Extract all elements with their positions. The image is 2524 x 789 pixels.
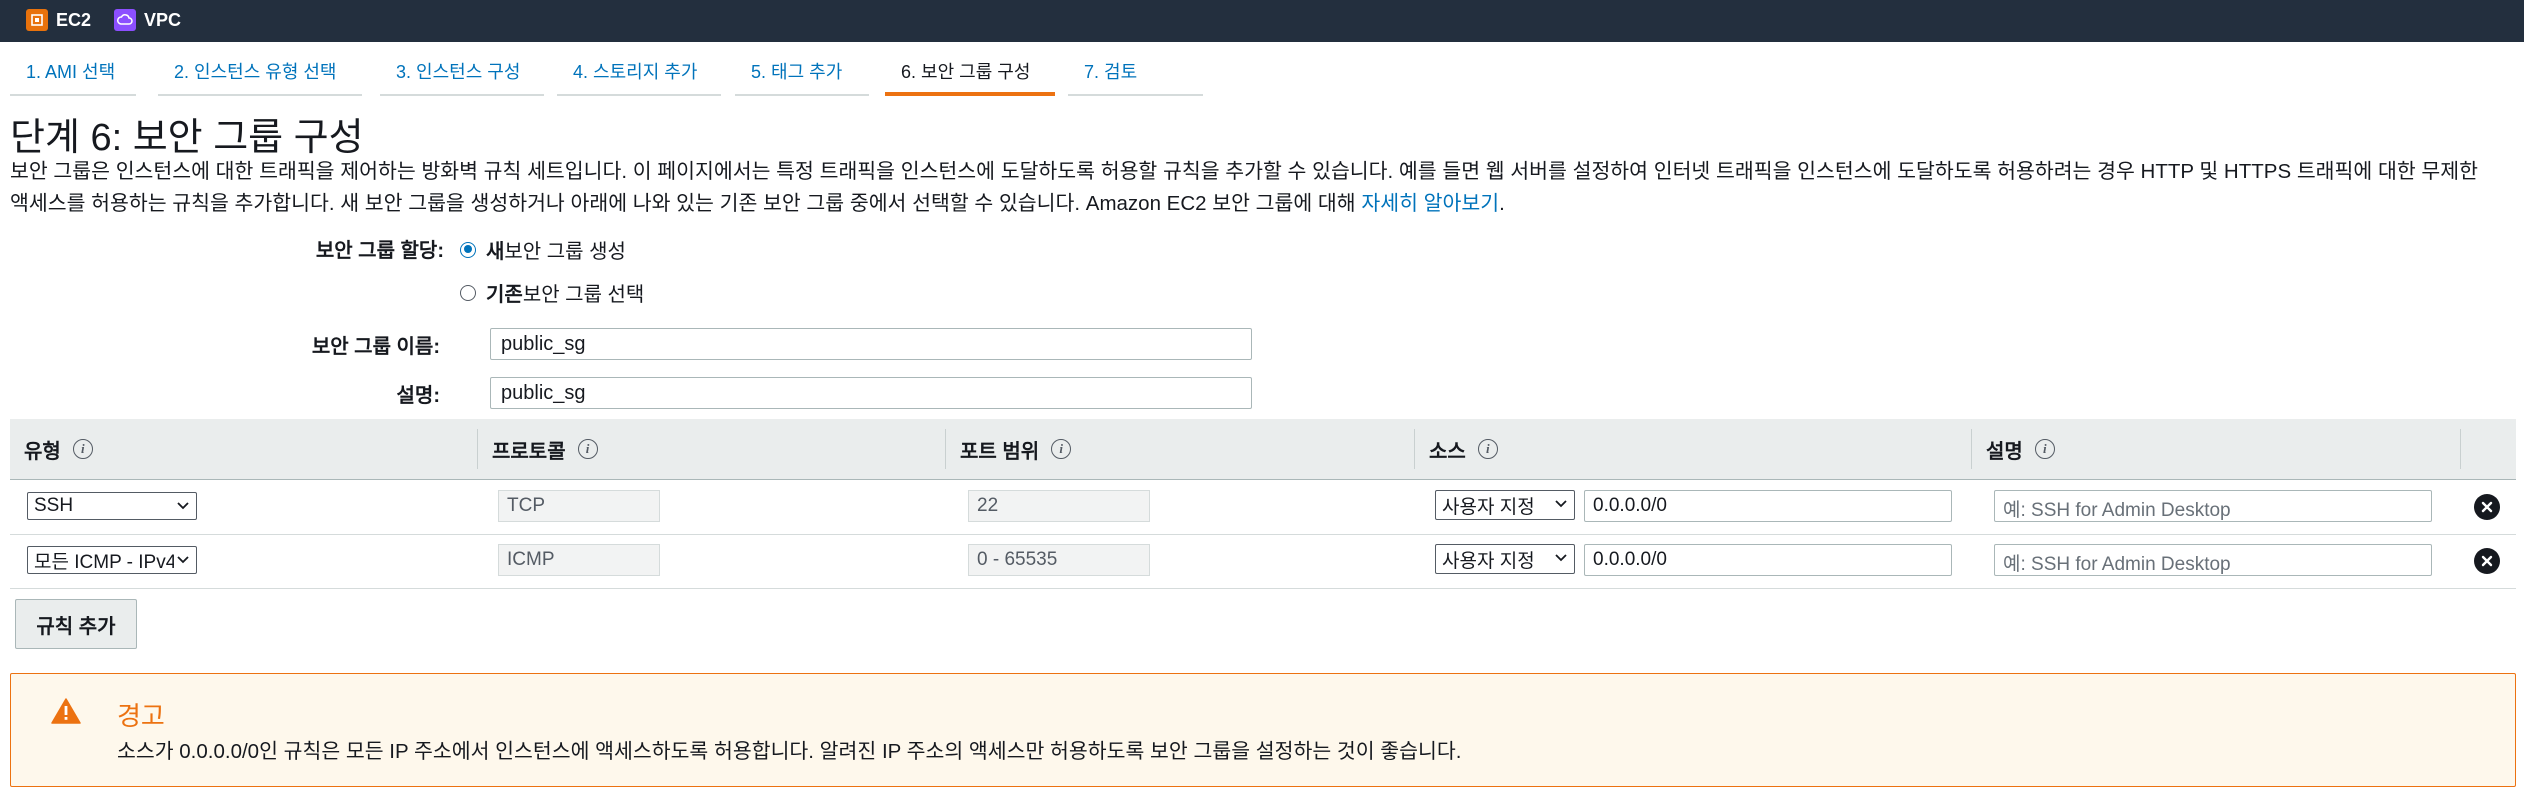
tab-label: 7. 검토 (1084, 62, 1138, 82)
sg-description-input[interactable]: public_sg (490, 377, 1252, 409)
option-existing-text: 보안 그룹 선택 (522, 284, 645, 306)
rule-description-input[interactable]: 예: SSH for Admin Desktop (1994, 544, 2432, 576)
sg-description-label: 설명: (396, 385, 440, 407)
tab-instance-config[interactable]: 3. 인스턴스 구성 (380, 58, 544, 96)
tab-label: 1. AMI 선택 (26, 62, 116, 82)
tab-label: 3. 인스턴스 구성 (396, 62, 521, 82)
close-icon (2481, 501, 2493, 513)
col-type: 유형 i (10, 419, 478, 479)
col-label: 설명 (1986, 440, 2023, 463)
warning-icon (51, 698, 81, 729)
col-source: 소스 i (1415, 419, 1971, 479)
tab-security-group[interactable]: 6. 보안 그룹 구성 (885, 58, 1055, 96)
service-link-vpc[interactable]: VPC (114, 8, 181, 32)
info-icon[interactable]: i (1051, 439, 1072, 459)
col-label: 유형 (24, 440, 61, 463)
type-select[interactable]: 모든 ICMP - IPv4 (27, 546, 197, 574)
col-port-range: 포트 범위 i (946, 419, 1414, 479)
source-type-select[interactable]: 사용자 지정 (1435, 490, 1575, 520)
col-label: 포트 범위 (960, 440, 1040, 463)
warning-title: 경고 (117, 701, 165, 731)
table-row: 모든 ICMP - IPv4 ICMP 0 - 65535 사용자 지정 0.0… (10, 534, 2516, 589)
port-range-field: 0 - 65535 (968, 544, 1150, 576)
sg-name-label: 보안 그룹 이름: (311, 336, 440, 358)
ec2-icon (26, 9, 48, 31)
intro-end: . (1499, 192, 1505, 215)
close-icon (2481, 555, 2493, 567)
col-description: 설명 i (1972, 419, 2462, 479)
chevron-down-icon (1552, 493, 1570, 515)
service-label: EC2 (56, 9, 92, 30)
chevron-down-icon (174, 495, 192, 517)
learn-more-link[interactable]: 자세히 알아보기 (1361, 192, 1499, 215)
warning-alert: 경고 소스가 0.0.0.0/0인 규칙은 모든 IP 주소에서 인스턴스에 액… (10, 673, 2516, 787)
port-range-field: 22 (968, 490, 1150, 522)
source-cidr-input[interactable]: 0.0.0.0/0 (1584, 490, 1952, 522)
radio-button-selected[interactable] (460, 241, 476, 258)
option-new-bold: 새 (486, 241, 505, 263)
tab-instance-type[interactable]: 2. 인스턴스 유형 선택 (158, 58, 362, 96)
service-link-ec2[interactable]: EC2 (26, 8, 91, 32)
warning-text: 소스가 0.0.0.0/0인 규칙은 모든 IP 주소에서 인스턴스에 액세스하… (117, 740, 1462, 763)
select-value: 사용자 지정 (1442, 496, 1535, 518)
chevron-down-icon (1552, 547, 1570, 569)
column-divider (2460, 429, 2461, 469)
remove-rule-button[interactable] (2474, 548, 2500, 574)
select-value: SSH (34, 495, 74, 516)
radio-button[interactable] (460, 284, 476, 301)
chevron-down-icon (174, 549, 192, 571)
source-type-select[interactable]: 사용자 지정 (1435, 544, 1575, 574)
service-label: VPC (144, 9, 182, 30)
page-title: 단계 6: 보안 그룹 구성 (10, 117, 364, 159)
tab-label: 6. 보안 그룹 구성 (901, 62, 1031, 82)
page-intro: 보안 그룹은 인스턴스에 대한 트래픽을 제어하는 방화벽 규칙 세트입니다. … (10, 156, 2490, 220)
type-select[interactable]: SSH (27, 492, 197, 520)
info-icon[interactable]: i (72, 439, 93, 459)
info-icon[interactable]: i (2034, 439, 2055, 459)
tab-label: 4. 스토리지 추가 (573, 62, 698, 82)
col-protocol: 프로토콜 i (478, 419, 946, 479)
remove-rule-button[interactable] (2474, 494, 2500, 520)
add-rule-button[interactable]: 규칙 추가 (15, 599, 137, 649)
top-nav-bar: EC2 VPC (0, 0, 2524, 42)
select-value: 모든 ICMP - IPv4 (34, 551, 177, 573)
rule-description-input[interactable]: 예: SSH for Admin Desktop (1994, 490, 2432, 522)
tab-ami[interactable]: 1. AMI 선택 (10, 58, 136, 96)
tab-tags[interactable]: 5. 태그 추가 (735, 58, 869, 96)
option-new-text: 보안 그룹 생성 (504, 241, 626, 263)
table-row: SSH TCP 22 사용자 지정 0.0.0.0/0 예: SSH for A… (10, 480, 2516, 535)
tab-label: 5. 태그 추가 (751, 62, 843, 82)
col-label: 프로토콜 (492, 440, 566, 463)
info-icon[interactable]: i (1477, 439, 1498, 459)
vpc-icon (114, 9, 136, 31)
protocol-field: ICMP (498, 544, 660, 576)
sg-name-input[interactable]: public_sg (490, 328, 1252, 360)
select-value: 사용자 지정 (1442, 550, 1535, 572)
tab-label: 2. 인스턴스 유형 선택 (174, 62, 337, 82)
protocol-field: TCP (498, 490, 660, 522)
tab-review[interactable]: 7. 검토 (1068, 58, 1203, 96)
option-existing-bold: 기존 (486, 284, 523, 306)
radio-existing-sg[interactable]: 기존 보안 그룹 선택 (460, 278, 644, 307)
rules-table-header: 유형 i 프로토콜 i 포트 범위 i 소스 i 설명 i (10, 419, 2516, 480)
radio-new-sg[interactable]: 새 보안 그룹 생성 (460, 235, 626, 264)
source-cidr-input[interactable]: 0.0.0.0/0 (1584, 544, 1952, 576)
tab-storage[interactable]: 4. 스토리지 추가 (557, 58, 721, 96)
col-label: 소스 (1429, 440, 1466, 463)
assign-sg-label: 보안 그룹 할당: (315, 240, 444, 262)
info-icon[interactable]: i (577, 439, 598, 459)
intro-text: 보안 그룹은 인스턴스에 대한 트래픽을 제어하는 방화벽 규칙 세트입니다. … (10, 160, 2478, 215)
